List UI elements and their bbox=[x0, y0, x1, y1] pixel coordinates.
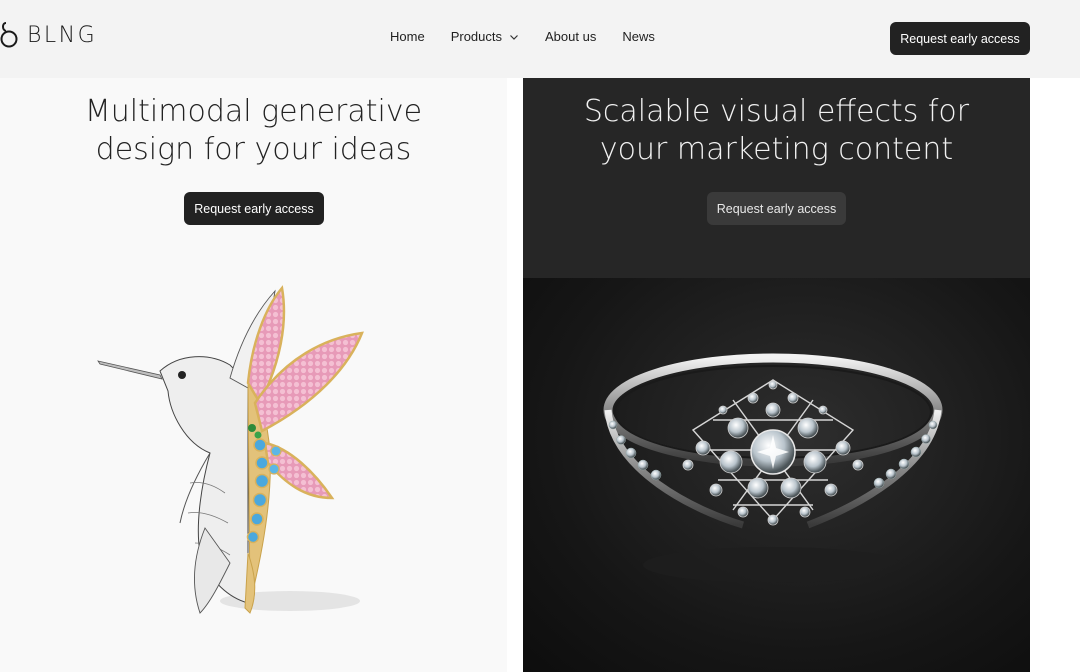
generative-design-panel: Multimodal generative design for your id… bbox=[0, 78, 507, 672]
nav-item-about-us[interactable]: About us bbox=[545, 29, 596, 44]
chevron-down-icon bbox=[510, 34, 518, 40]
blng-logo-icon bbox=[0, 22, 18, 48]
visual-effects-panel: Scalable visual effects for your marketi… bbox=[523, 78, 1030, 672]
main-nav: Home Products About us News bbox=[390, 29, 655, 44]
page: BLNG Home Products About us News Request… bbox=[0, 0, 1080, 672]
site-header: BLNG Home Products About us News Request… bbox=[0, 0, 1080, 78]
brand-name: BLNG bbox=[27, 22, 98, 48]
nav-item-home[interactable]: Home bbox=[390, 29, 425, 44]
panel-title-line1: Scalable visual effects for bbox=[583, 94, 970, 129]
panel-title-line2: your marketing content bbox=[599, 132, 954, 167]
diamond-ring-image bbox=[603, 353, 943, 583]
hummingbird-jewelry-image bbox=[97, 285, 364, 614]
panel-title: Scalable visual effects for your marketi… bbox=[523, 93, 1030, 169]
header-request-access-button[interactable]: Request early access bbox=[890, 22, 1030, 55]
nav-item-products[interactable]: Products bbox=[451, 29, 519, 44]
panel-title: Multimodal generative design for your id… bbox=[0, 93, 507, 169]
nav-item-label: Home bbox=[390, 29, 425, 44]
nav-item-label: About us bbox=[545, 29, 597, 44]
nav-item-news[interactable]: News bbox=[622, 29, 655, 44]
nav-item-label: Products bbox=[450, 29, 502, 44]
logo[interactable]: BLNG bbox=[0, 20, 97, 50]
visual-effects-request-button[interactable]: Request early access bbox=[707, 192, 846, 225]
panel-title-line2: design for your ideas bbox=[95, 132, 412, 167]
generative-design-request-button[interactable]: Request early access bbox=[184, 192, 324, 225]
panel-title-line1: Multimodal generative bbox=[84, 94, 423, 129]
nav-item-label: News bbox=[622, 29, 655, 44]
